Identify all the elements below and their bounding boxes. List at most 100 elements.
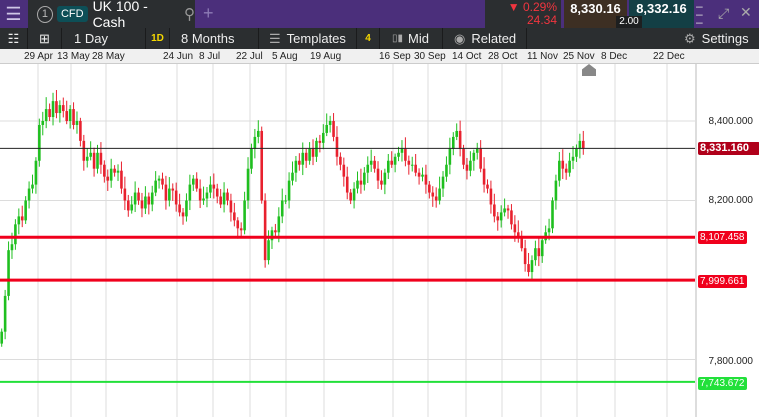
price-chart[interactable] <box>0 64 695 417</box>
candle-body <box>236 220 240 229</box>
candle-body <box>554 180 558 201</box>
candle-body <box>458 130 462 149</box>
candle-body <box>530 260 534 273</box>
candle-body <box>564 168 568 173</box>
templates-icon: ☰ <box>269 30 281 46</box>
candle-body <box>421 174 424 177</box>
candle-body <box>116 170 120 173</box>
candle-body <box>534 248 537 261</box>
candle-body <box>434 196 438 201</box>
date-label: 25 Nov <box>563 51 595 62</box>
candle-body <box>397 152 400 157</box>
menu-icon[interactable]: ☰ <box>0 0 27 28</box>
candle-body <box>144 196 147 209</box>
candle-body <box>571 156 575 161</box>
drag-handle-icon[interactable]: – – – <box>696 0 703 28</box>
candle-body <box>431 192 435 197</box>
candle-body <box>34 160 38 185</box>
candle-body <box>513 224 517 233</box>
candle-body <box>209 184 212 193</box>
candle-body <box>489 188 493 205</box>
date-axis: 29 Apr 13 May 28 May 24 Jun 8 Jul 22 Jul 5 Aug… <box>0 49 759 64</box>
candle-body <box>109 168 113 181</box>
candle-body <box>465 164 469 171</box>
settings-button[interactable]: ⚙ Settings <box>682 28 749 49</box>
candle-body <box>339 156 342 165</box>
candle-body <box>154 180 157 193</box>
candle-body <box>455 130 459 137</box>
search-icon[interactable]: ⚲ <box>184 5 195 23</box>
candles-icon: ▯▮ <box>392 33 404 44</box>
date-label: 29 Apr <box>24 51 53 62</box>
gear-icon: ⚙ <box>684 30 696 46</box>
candle-body <box>3 295 7 332</box>
candle-body <box>113 168 116 173</box>
candle-body <box>20 216 24 221</box>
layout-icon[interactable]: ⊞ <box>28 28 62 49</box>
candle-body <box>260 130 264 201</box>
instrument-tab[interactable]: 1 CFD UK 100 - Cash ⚲ <box>28 0 195 30</box>
templates-label: Templates <box>286 31 346 46</box>
price-type-label: Mid <box>408 31 429 46</box>
candle-body <box>448 148 452 165</box>
date-label: 8 Dec <box>601 51 628 62</box>
candle-body <box>147 196 151 205</box>
candle-body <box>178 204 181 213</box>
candle-body <box>356 180 359 189</box>
candle-body <box>75 121 79 125</box>
candle-body <box>451 136 455 149</box>
candle-body <box>7 250 10 296</box>
candle-body <box>140 200 144 209</box>
candle-body <box>85 156 89 161</box>
candle-body <box>27 188 31 201</box>
candle-body <box>516 232 520 237</box>
candle-body <box>493 204 496 217</box>
date-label: 14 Oct <box>452 51 482 62</box>
candle-body <box>157 178 161 181</box>
candle-body <box>561 160 565 169</box>
current-price-tag: 8,331.160 <box>698 142 759 155</box>
candle-body <box>202 198 205 201</box>
close-icon[interactable]: ✕ <box>740 4 752 21</box>
interval-select[interactable]: 1 Day <box>62 28 146 49</box>
candle-body <box>24 200 27 221</box>
candle-body <box>318 140 322 143</box>
candle-body <box>472 152 476 161</box>
candle-body <box>424 174 428 185</box>
candle-body <box>99 152 103 165</box>
add-tab-icon[interactable]: + <box>203 3 214 24</box>
candle-body <box>486 184 489 189</box>
candle-body <box>462 148 465 165</box>
candle-body <box>41 121 45 125</box>
candle-body <box>469 160 472 171</box>
candle-body <box>17 216 21 225</box>
related-button[interactable]: ◉ Related <box>443 28 527 49</box>
price-type-button[interactable]: ▯▮ Mid <box>380 28 443 49</box>
expand-icon[interactable]: ⤢ <box>718 5 729 22</box>
candle-body <box>38 124 41 161</box>
candle-body <box>496 216 500 221</box>
candle-body <box>246 168 250 201</box>
candle-body <box>506 208 510 211</box>
candle-body <box>445 164 448 177</box>
candle-body <box>581 140 585 149</box>
candle-body <box>222 192 226 205</box>
candle-body <box>215 188 219 197</box>
candle-body <box>349 192 352 201</box>
candle-body <box>103 164 106 177</box>
candle-body <box>239 228 243 231</box>
candle-body <box>352 188 356 201</box>
candle-body <box>523 248 527 265</box>
candle-body <box>267 240 270 261</box>
candle-body <box>335 136 339 157</box>
candle-body <box>551 200 554 229</box>
range-select[interactable]: 8 Months <box>170 28 259 49</box>
candle-body <box>256 130 260 137</box>
candle-body <box>321 132 325 143</box>
candle-body <box>428 184 431 193</box>
list-icon[interactable]: ☷ <box>0 28 28 49</box>
templates-count: 4 <box>365 33 371 44</box>
candle-body <box>298 160 301 165</box>
candle-body <box>51 101 55 118</box>
templates-button[interactable]: ☰ Templates <box>259 28 357 49</box>
